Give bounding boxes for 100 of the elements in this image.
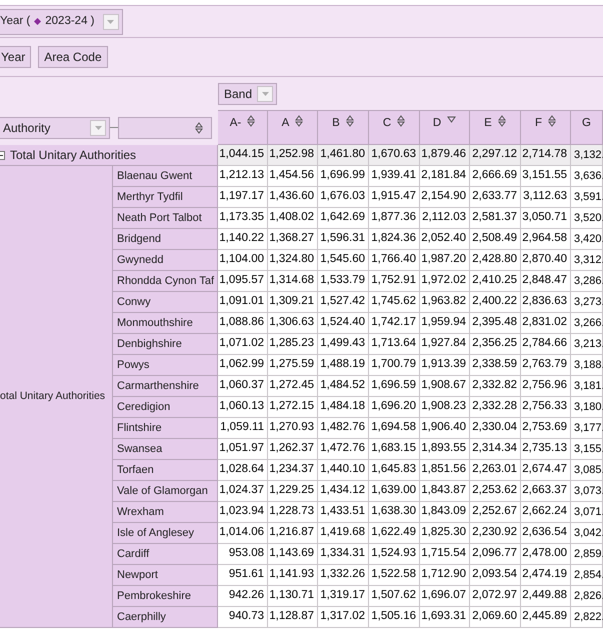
- table-cell: 1,712.90: [420, 565, 470, 586]
- table-cell: 1,104.00: [218, 250, 268, 271]
- table-cell: 1,270.93: [268, 418, 318, 439]
- table-cell: 1,060.13: [218, 397, 268, 418]
- column-header[interactable]: A-: [218, 111, 268, 145]
- table-cell: 1,715.54: [420, 544, 470, 565]
- table-cell: 1,700.79: [369, 355, 420, 376]
- table-cell: 1,484.18: [318, 397, 369, 418]
- table-cell: 1,091.01: [218, 292, 268, 313]
- table-cell: 2,674.47: [521, 460, 571, 481]
- column-header[interactable]: F: [521, 111, 571, 145]
- table-cell: 1,963.82: [420, 292, 470, 313]
- table-cell: 2,763.79: [521, 355, 571, 376]
- table-cell: 1,908.67: [420, 376, 470, 397]
- table-cell: 1,309.21: [268, 292, 318, 313]
- table-cell: 1,694.58: [369, 418, 420, 439]
- table-cell: 1,234.37: [268, 460, 318, 481]
- table-cell: 1,023.94: [218, 502, 268, 523]
- table-cell: 1,645.83: [369, 460, 420, 481]
- table-cell: 2,836.63: [521, 292, 571, 313]
- table-cell: 1,334.31: [318, 544, 369, 565]
- total-row-label: Total Unitary Authorities: [10, 147, 136, 164]
- table-cell: 2,428.80: [470, 250, 521, 271]
- row-header: Denbighshire: [113, 334, 218, 355]
- table-cell: 2,395.48: [470, 313, 521, 334]
- row-header: Newport: [113, 565, 218, 586]
- table-cell: 2,252.67: [470, 502, 521, 523]
- table-cell: 2,508.49: [470, 229, 521, 250]
- table-cell: 1,499.43: [318, 334, 369, 355]
- table-cell: 2,870.40: [521, 250, 571, 271]
- table-cell: 1,014.06: [218, 523, 268, 544]
- table-cell: 2,230.92: [470, 523, 521, 544]
- table-cell: 1,317.02: [318, 607, 369, 628]
- column-header[interactable]: E: [470, 111, 521, 145]
- row-header: Blaenau Gwent: [113, 166, 218, 187]
- row-header: Vale of Glamorgan: [113, 481, 218, 502]
- column-field-chip[interactable]: Band: [218, 82, 278, 104]
- row-header: Bridgend: [113, 229, 218, 250]
- table-cell: 2,735.13: [521, 439, 571, 460]
- table-cell: 1,713.64: [369, 334, 420, 355]
- table-cell: 1,908.23: [420, 397, 470, 418]
- table-cell: 1,332.26: [318, 565, 369, 586]
- row-header: Cardiff: [113, 544, 218, 565]
- table-cell: 1,742.17: [369, 313, 420, 334]
- row-header: Gwynedd: [113, 250, 218, 271]
- table-cell: 2,154.90: [420, 187, 470, 208]
- table-cell: 1,051.97: [218, 439, 268, 460]
- column-header[interactable]: B: [318, 111, 369, 145]
- row-header: Conwy: [113, 292, 218, 313]
- column-header[interactable]: G: [571, 111, 603, 145]
- table-cell: 1,533.79: [318, 271, 369, 292]
- table-cell: 942.26: [218, 586, 268, 607]
- table-cell: 1,766.40: [369, 250, 420, 271]
- table-cell: 1,306.63: [268, 313, 318, 334]
- table-cell: 1,545.60: [318, 250, 369, 271]
- row-field-chip[interactable]: Authority: [0, 116, 110, 138]
- table-cell: 1,173.35: [218, 208, 268, 229]
- table-cell: 1,216.87: [268, 523, 318, 544]
- field-chip[interactable]: Year: [0, 46, 32, 68]
- table-cell: 2,581.37: [470, 208, 521, 229]
- row-header: Wrexham: [113, 502, 218, 523]
- table-cell: 2,756.33: [521, 397, 571, 418]
- column-header[interactable]: C: [369, 111, 420, 145]
- column-header[interactable]: A: [268, 111, 318, 145]
- field-chip[interactable]: Area Code: [38, 46, 108, 68]
- table-cell: 1,696.07: [420, 586, 470, 607]
- table-cell: 2,263.01: [470, 460, 521, 481]
- table-cell: 1,088.86: [218, 313, 268, 334]
- table-cell: 2,784.66: [521, 334, 571, 355]
- table-cell: 2,332.28: [470, 397, 521, 418]
- table-cell: 1,913.39: [420, 355, 470, 376]
- table-cell: 1,906.40: [420, 418, 470, 439]
- table-cell: 2,449.88: [521, 586, 571, 607]
- table-cell: 1,752.91: [369, 271, 420, 292]
- table-cell: 1,696.99: [318, 166, 369, 187]
- table-cell: 2,112.03: [420, 208, 470, 229]
- table-cell: 1,843.87: [420, 481, 470, 502]
- table-cell: 1,927.84: [420, 334, 470, 355]
- table-cell: 1,062.99: [218, 355, 268, 376]
- table-cell: 1,275.59: [268, 355, 318, 376]
- table-cell: 1,893.55: [420, 439, 470, 460]
- table-cell: 1,745.62: [369, 292, 420, 313]
- table-cell: 1,482.76: [318, 418, 369, 439]
- row-header: Torfaen: [113, 460, 218, 481]
- row-header: Neath Port Talbot: [113, 208, 218, 229]
- table-cell: 1,314.68: [268, 271, 318, 292]
- column-header[interactable]: D: [420, 111, 470, 145]
- table-cell: 2,633.77: [470, 187, 521, 208]
- table-cell: 2,181.84: [420, 166, 470, 187]
- total-cell: 1,461.80: [318, 145, 369, 166]
- table-cell: 1,696.59: [369, 376, 420, 397]
- table-cell: 3,151.55: [521, 166, 571, 187]
- table-cell: 1,851.56: [420, 460, 470, 481]
- table-cell: 1,128.87: [268, 607, 318, 628]
- table-cell: 1,683.15: [369, 439, 420, 460]
- row-header: Carmarthenshire: [113, 376, 218, 397]
- table-cell: 1,638.30: [369, 502, 420, 523]
- table-cell: 3,050.71: [521, 208, 571, 229]
- row-header: Flintshire: [113, 418, 218, 439]
- table-cell: 1,419.68: [318, 523, 369, 544]
